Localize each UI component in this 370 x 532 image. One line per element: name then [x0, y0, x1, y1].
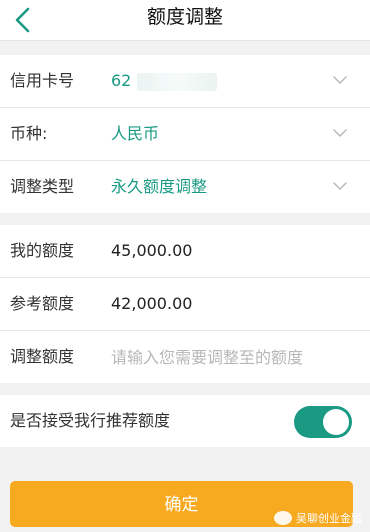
chevron-down-icon[interactable] [332, 125, 348, 141]
toggle-knob [323, 409, 349, 435]
currency-label: 币种: [10, 124, 48, 143]
masked-card-digits [137, 72, 218, 91]
ref-limit-label: 参考额度 [10, 294, 75, 313]
adjust-type-row[interactable]: 调整类型 永久额度调整 [0, 161, 370, 213]
card-number-prefix: 62 [111, 71, 132, 90]
ref-limit-value: 42,000.00 [111, 294, 193, 313]
chevron-down-icon[interactable] [332, 72, 348, 88]
page-title: 额度调整 [146, 6, 223, 28]
recommend-row: 是否接受我行推荐额度 [0, 395, 370, 447]
currency-row[interactable]: 币种: 人民币 [0, 108, 370, 161]
recommend-toggle[interactable] [294, 406, 352, 438]
my-limit-row: 我的额度 45,000.00 [0, 225, 370, 278]
adjust-amount-label: 调整额度 [10, 347, 75, 366]
currency-value: 人民币 [111, 124, 160, 143]
ref-limit-row: 参考额度 42,000.00 [0, 278, 370, 331]
my-limit-label: 我的额度 [10, 241, 75, 260]
adjust-type-label: 调整类型 [10, 177, 75, 196]
wechat-logo-icon [274, 511, 292, 525]
card-number-row[interactable]: 信用卡号 62 [0, 55, 370, 108]
card-number-value: 62 [111, 55, 218, 107]
card-info-section: 信用卡号 62 币种: 人民币 调整类型 永久额度调整 [0, 55, 370, 213]
adjust-type-value: 永久额度调整 [111, 177, 208, 196]
recommend-section: 是否接受我行推荐额度 [0, 395, 370, 447]
chevron-down-icon[interactable] [332, 178, 348, 194]
recommend-label: 是否接受我行推荐额度 [10, 411, 171, 430]
watermark-text: 吴聊创业金融 [296, 512, 362, 525]
watermark: 吴聊创业金融 [274, 510, 362, 526]
amount-section: 我的额度 45,000.00 参考额度 42,000.00 调整额度 [0, 225, 370, 383]
my-limit-value: 45,000.00 [111, 241, 193, 260]
adjust-amount-row: 调整额度 [0, 331, 370, 383]
card-number-label: 信用卡号 [10, 71, 75, 90]
top-bar: 额度调整 [0, 0, 370, 41]
adjust-amount-input[interactable] [111, 345, 351, 369]
